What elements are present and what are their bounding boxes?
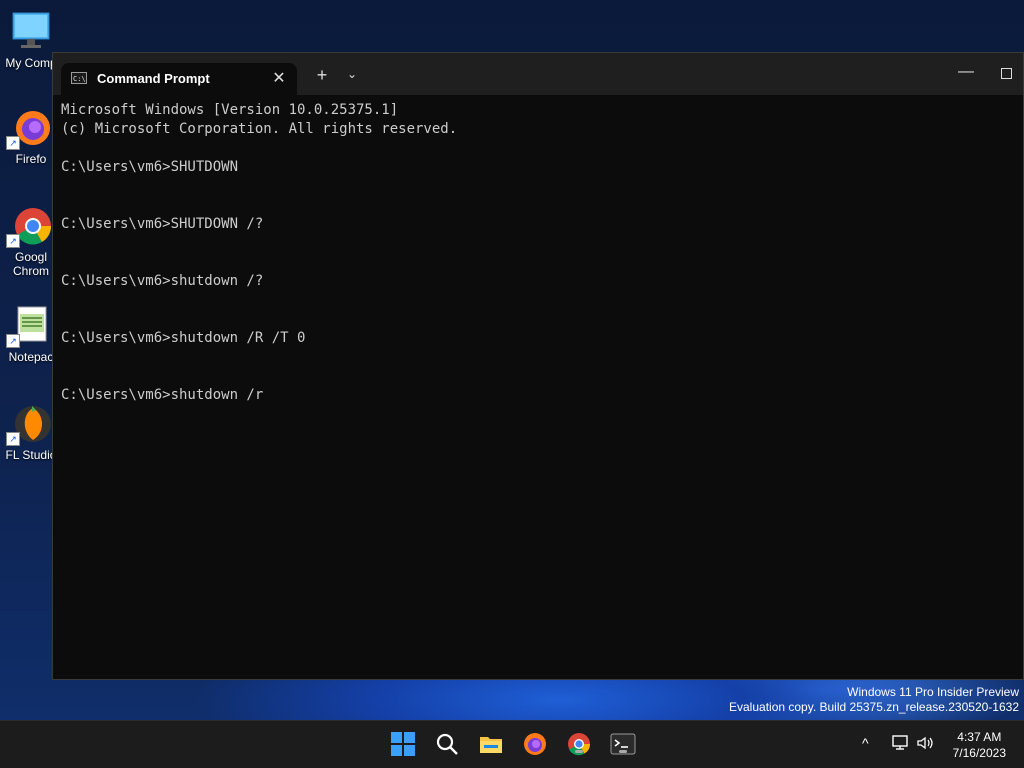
monitor-icon [10,10,52,52]
evaluation-watermark: Windows 11 Pro Insider Preview Evaluatio… [729,685,1019,715]
console-line: C:\Users\vm6>SHUTDOWN /? [61,216,264,232]
minimize-button[interactable]: — [951,63,981,81]
console-line: C:\Users\vm6>shutdown /? [61,273,264,289]
tab-close-button[interactable]: ✕ [269,68,289,88]
notepad-icon: ↗ [6,304,52,348]
tab-command-prompt[interactable]: C:\ Command Prompt ✕ [61,63,297,95]
running-indicator [619,750,627,753]
firefox-taskbar-button[interactable] [522,731,548,757]
console-line: C:\Users\vm6>shutdown /r [61,387,264,403]
terminal-window[interactable]: C:\ Command Prompt ✕ + ⌄ — Microsoft Win… [52,52,1024,680]
console-output[interactable]: Microsoft Windows [Version 10.0.25375.1]… [61,101,1015,671]
shortcut-arrow-icon: ↗ [6,136,20,150]
tab-dropdown-button[interactable]: ⌄ [343,67,361,81]
chrome-icon: ↗ [6,204,52,248]
running-indicator [575,750,583,753]
terminal-icon [610,733,636,755]
fl-studio-icon: ↗ [6,402,52,446]
maximize-button[interactable] [1001,68,1012,79]
file-explorer-icon [480,737,502,753]
firefox-icon [524,733,546,755]
title-bar[interactable]: C:\ Command Prompt ✕ + ⌄ — [53,53,1023,95]
shortcut-arrow-icon: ↗ [6,334,20,348]
network-icon[interactable] [892,735,910,754]
clock-time: 4:37 AM [957,730,1002,744]
taskbar: ^ 4:37 AM 7/16/2023 [0,720,1024,768]
console-line: C:\Users\vm6>shutdown /R /T 0 [61,330,306,346]
file-explorer-button[interactable] [478,731,504,757]
new-tab-button[interactable]: + [311,65,333,86]
console-line: Microsoft Windows [Version 10.0.25375.1] [61,102,399,118]
start-button[interactable] [390,731,416,757]
tray-overflow-button[interactable]: ^ [862,735,869,751]
shortcut-arrow-icon: ↗ [6,432,20,446]
clock[interactable]: 4:37 AM 7/16/2023 [953,729,1006,761]
console-line: (c) Microsoft Corporation. All rights re… [61,121,458,137]
clock-date: 7/16/2023 [952,746,1006,760]
start-icon [391,732,415,756]
search-button[interactable] [434,731,460,757]
cmd-icon: C:\ [71,72,87,84]
terminal-taskbar-button[interactable] [610,731,636,757]
shortcut-arrow-icon: ↗ [6,234,20,248]
search-icon [436,733,458,755]
volume-icon[interactable] [916,735,934,754]
console-line: C:\Users\vm6>SHUTDOWN [61,159,239,175]
tab-title: Command Prompt [97,71,210,86]
chrome-icon [568,733,590,756]
chrome-taskbar-button[interactable] [566,731,592,757]
watermark-line2: Evaluation copy. Build 25375.zn_release.… [729,700,1019,714]
watermark-line1: Windows 11 Pro Insider Preview [847,685,1019,699]
firefox-icon: ↗ [6,106,52,150]
